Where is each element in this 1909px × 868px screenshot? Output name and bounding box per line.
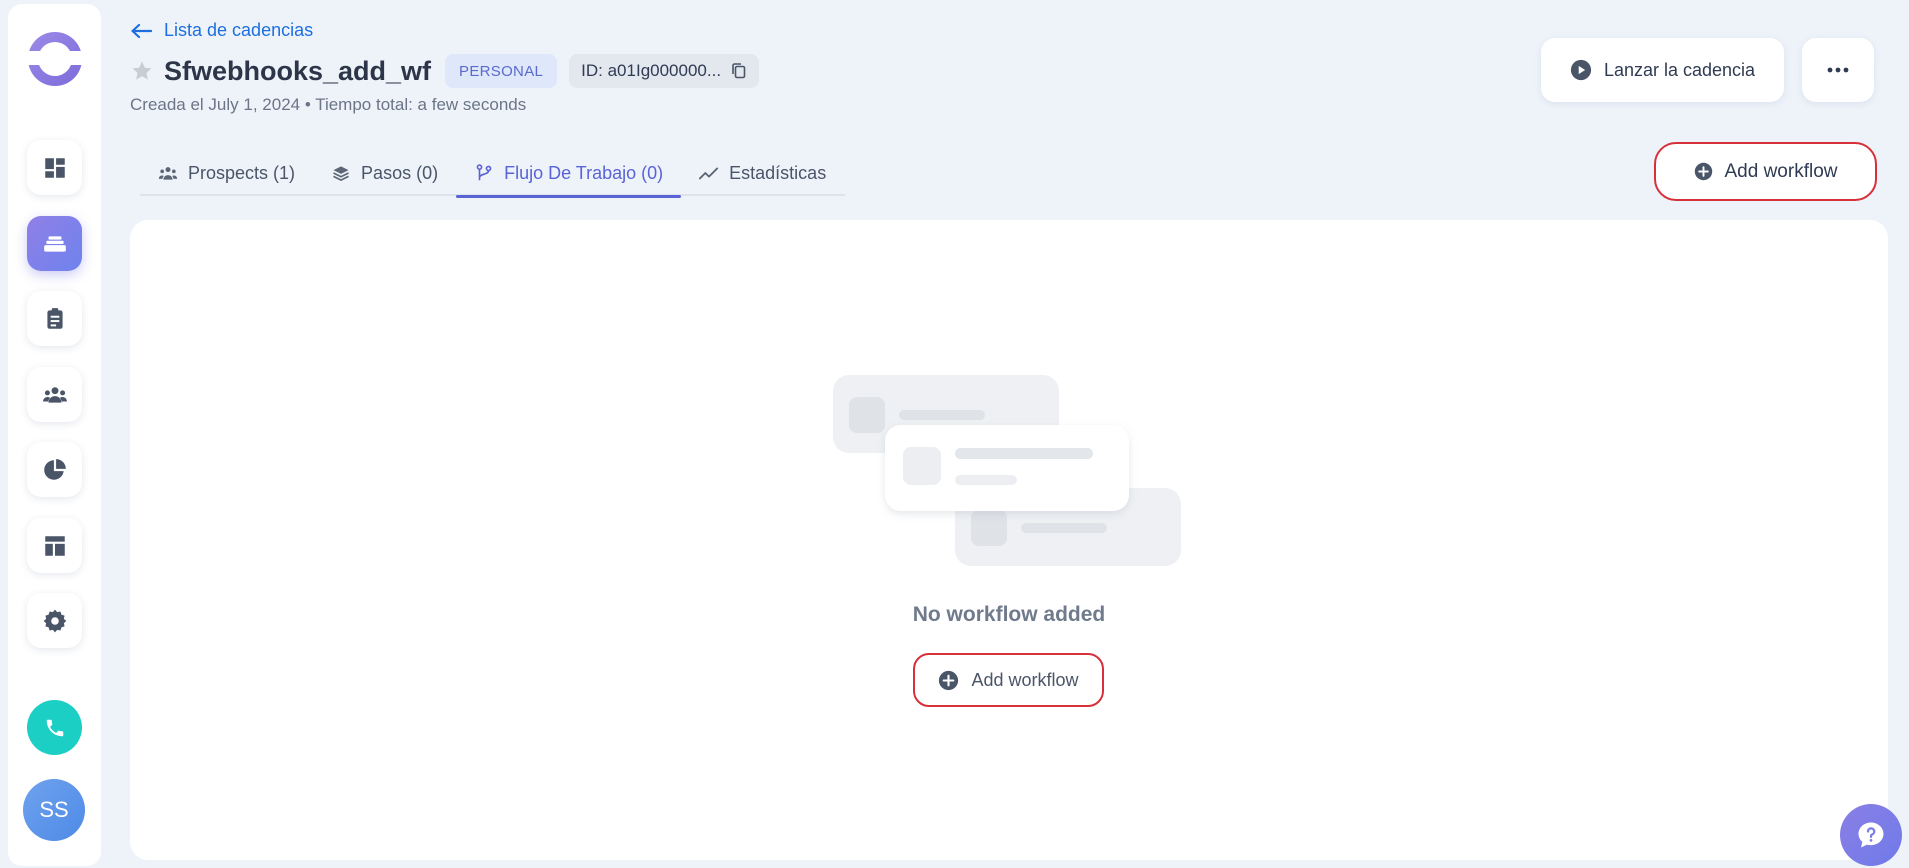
tab-steps[interactable]: Pasos (0)	[313, 150, 456, 196]
add-workflow-empty-label: Add workflow	[971, 669, 1079, 690]
tab-bar: Prospects (1) Pasos (0) Flujo De Trabajo…	[140, 150, 845, 198]
tab-prospects[interactable]: Prospects (1)	[140, 150, 313, 196]
phone-icon	[46, 719, 63, 736]
page-subtitle: Creada el July 1, 2024 • Tiempo total: a…	[130, 95, 527, 114]
sidebar-item-cadences[interactable]	[27, 216, 82, 271]
plus-circle-icon	[939, 670, 959, 690]
avatar[interactable]: SS	[23, 779, 85, 841]
cadences-icon	[43, 235, 66, 252]
tasks-icon	[46, 307, 63, 329]
more-options-button[interactable]	[1802, 38, 1874, 102]
sidebar-item-settings[interactable]	[27, 593, 82, 648]
workflow-panel: No workflow added Add workflow	[130, 220, 1888, 860]
add-workflow-label: Add workflow	[1724, 160, 1838, 182]
templates-icon	[44, 535, 65, 556]
launch-cadence-label: Lanzar la cadencia	[1603, 59, 1756, 80]
empty-state-message: No workflow added	[912, 603, 1106, 626]
id-badge[interactable]: ID: a01Ig000000...	[569, 54, 760, 88]
title-row: Sfwebhooks_add_wf PERSONAL ID: a01Ig0000…	[130, 54, 760, 88]
tab-statistics-label: Estadísticas	[729, 162, 827, 183]
trend-icon	[699, 167, 719, 180]
personal-badge: PERSONAL	[445, 54, 558, 88]
page-title: Sfwebhooks_add_wf	[164, 55, 432, 86]
tab-prospects-label: Prospects (1)	[188, 162, 296, 183]
plus-circle-icon	[1694, 162, 1712, 181]
add-workflow-empty-button[interactable]: Add workflow	[913, 653, 1104, 707]
star-icon[interactable]	[130, 59, 154, 83]
back-link[interactable]: Lista de cadencias	[130, 20, 313, 41]
team-icon	[42, 386, 67, 403]
arrow-left-icon	[131, 23, 152, 38]
layers-icon	[333, 166, 349, 182]
tab-statistics[interactable]: Estadísticas	[681, 150, 844, 196]
help-button[interactable]	[1840, 804, 1902, 866]
more-horizontal-icon	[1827, 67, 1849, 73]
copy-icon[interactable]	[731, 62, 747, 80]
settings-icon	[43, 609, 66, 632]
phone-button[interactable]	[27, 700, 82, 755]
add-workflow-button[interactable]: Add workflow	[1654, 142, 1877, 201]
help-chat-icon	[1858, 822, 1884, 848]
tab-workflow-label: Flujo De Trabajo (0)	[504, 162, 664, 183]
tab-workflow[interactable]: Flujo De Trabajo (0)	[456, 150, 682, 198]
avatar-initials: SS	[39, 797, 69, 822]
sidebar: SS	[8, 4, 101, 866]
tab-steps-label: Pasos (0)	[361, 162, 439, 183]
reports-icon	[43, 458, 66, 480]
back-link-label: Lista de cadencias	[164, 20, 314, 40]
users-icon	[158, 167, 178, 180]
sidebar-item-tasks[interactable]	[27, 291, 82, 346]
launch-cadence-button[interactable]: Lanzar la cadencia	[1541, 38, 1784, 102]
app-logo-gap	[24, 51, 86, 65]
branch-icon	[476, 164, 492, 181]
sidebar-item-team[interactable]	[27, 367, 82, 422]
play-circle-icon	[1570, 59, 1592, 81]
sidebar-item-dashboard[interactable]	[27, 140, 82, 195]
sidebar-item-reports[interactable]	[27, 442, 82, 497]
dashboard-icon	[44, 157, 65, 178]
empty-state-illustration	[833, 375, 1181, 566]
id-label: ID: a01Ig000000...	[581, 61, 722, 80]
sidebar-item-templates[interactable]	[27, 518, 82, 573]
